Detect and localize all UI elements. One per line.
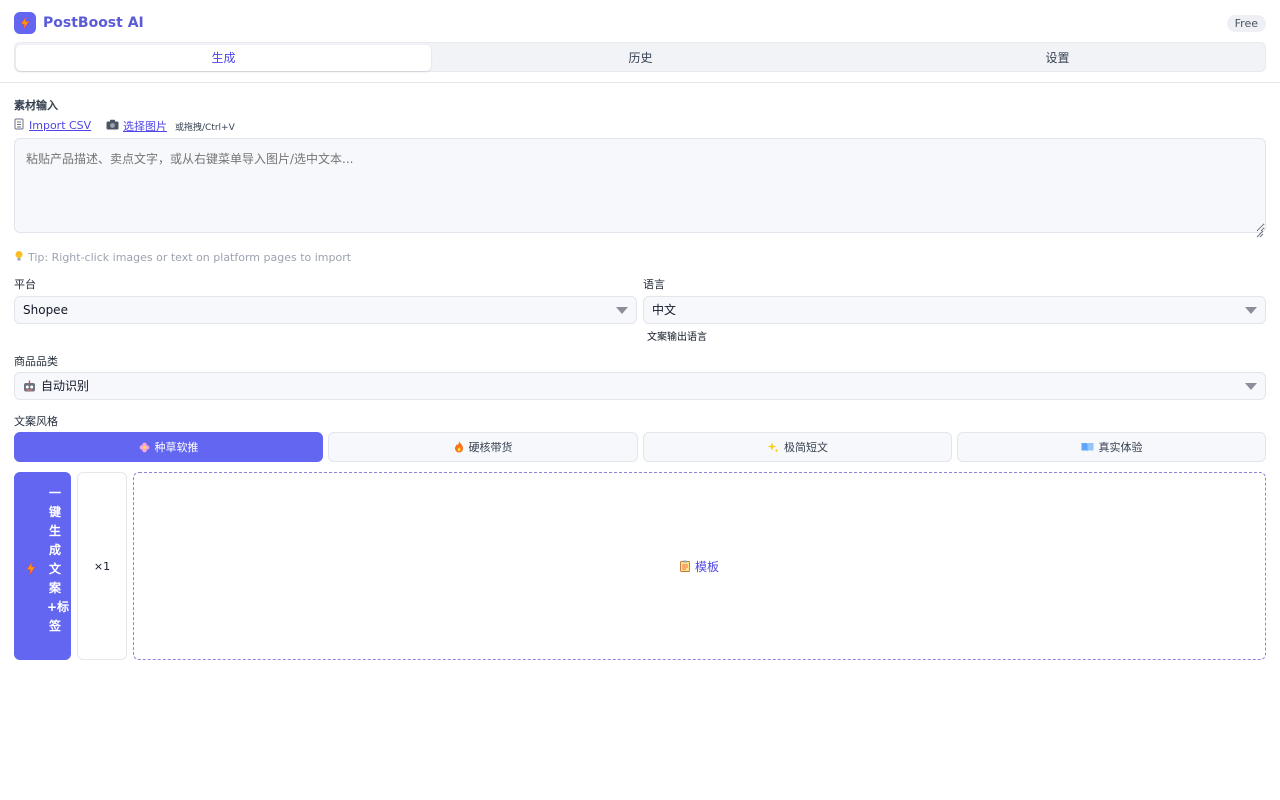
chevron-down-icon [616,307,628,314]
material-label: 素材输入 [14,99,58,112]
fire-icon [454,441,464,453]
style-option-seeding[interactable]: 种草软推 [14,432,323,462]
language-value: 中文 [652,303,677,317]
style-option-label: 极简短文 [784,441,828,454]
lightbulb-icon [14,250,24,265]
lightning-icon [14,12,36,34]
camera-icon [106,119,119,133]
platform-select[interactable]: Shopee [14,296,637,324]
style-option-hardsell[interactable]: 硬核带货 [328,432,638,462]
material-textarea[interactable] [14,138,1266,233]
template-label: 模板 [694,559,719,574]
choose-image-link[interactable]: 选择图片 [106,118,167,134]
book-icon [1081,442,1094,452]
language-hint: 文案输出语言 [647,332,707,343]
generate-button[interactable]: 一键生成文案+标签 [14,472,71,660]
drag-hint: 或拖拽/Ctrl+V [175,123,235,133]
chevron-down-icon [1245,383,1257,390]
chevron-down-icon [1245,307,1257,314]
style-label: 文案风格 [14,415,58,428]
category-select[interactable]: 自动识别 [14,372,1266,400]
tab-history[interactable]: 历史 [433,45,848,71]
language-label: 语言 [643,278,665,291]
header-divider [0,82,1280,83]
language-select[interactable]: 中文 [643,296,1266,324]
style-option-label: 真实体验 [1098,441,1143,454]
style-option-experience[interactable]: 真实体验 [957,432,1266,462]
flower-icon [139,442,150,453]
tab-settings[interactable]: 设置 [850,45,1265,71]
style-option-label: 种草软推 [154,441,199,454]
style-option-label: 硬核带货 [468,441,513,454]
app-header: PostBoost AI Free [14,12,1266,36]
import-csv-label: Import CSV [29,119,92,132]
choose-image-label: 选择图片 [123,120,167,133]
category-value: 自动识别 [41,379,90,393]
clipboard-icon [680,560,690,572]
sparkles-icon [767,441,779,453]
resize-handle[interactable] [1256,223,1264,238]
platform-label: 平台 [14,278,36,291]
robot-icon [23,380,36,393]
spreadsheet-icon [14,118,25,133]
import-csv-link[interactable]: Import CSV [14,118,91,133]
platform-value: Shopee [23,303,68,317]
plan-badge: Free [1226,15,1266,32]
app-title: PostBoost AI [43,15,144,31]
template-button[interactable]: 模板 [133,472,1266,660]
generate-count: ×1 [93,559,111,573]
tip-label: Tip: Right-click images or text on platf… [28,251,352,264]
style-option-minimal[interactable]: 极简短文 [643,432,952,462]
lightning-icon [26,560,36,579]
tip-text: Tip: Right-click images or text on platf… [14,250,351,265]
tab-generate[interactable]: 生成 [16,45,431,71]
category-label: 商品品类 [14,355,58,368]
generate-label: 一键生成文案+标签 [47,486,70,633]
generate-count-selector[interactable]: ×1 [77,472,127,660]
main-tabs: 生成 历史 设置 [14,42,1266,72]
